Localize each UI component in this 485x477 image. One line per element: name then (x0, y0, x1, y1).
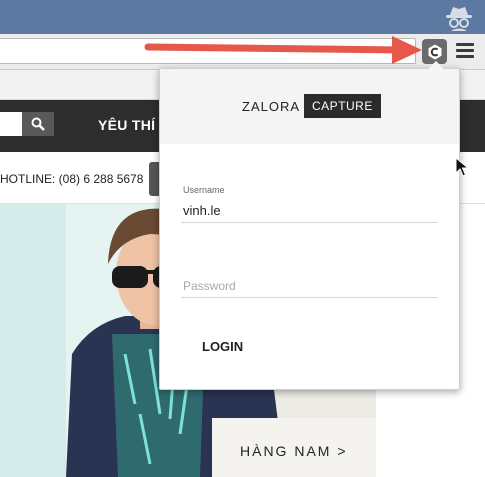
login-button[interactable]: LOGIN (186, 331, 256, 361)
username-label: Username (183, 185, 225, 195)
browser-menu-icon[interactable] (456, 43, 474, 59)
hero-cta-button[interactable]: HÀNG NAM > (212, 418, 376, 477)
search-icon (31, 117, 45, 131)
username-field[interactable] (181, 199, 438, 223)
annotation-arrow (144, 36, 422, 64)
brand-name: ZALORA (242, 98, 301, 114)
site-search-button[interactable] (22, 112, 54, 136)
capture-login-popup: ZALORA CAPTURE Username LOGIN (159, 61, 460, 390)
hero-cta-label: HÀNG NAM > (240, 443, 348, 459)
hotline-text: HOTLINE: (08) 6 288 5678 (0, 172, 144, 186)
mouse-cursor-icon (455, 157, 469, 177)
incognito-icon (446, 7, 472, 31)
brand-logo: ZALORA CAPTURE (242, 94, 381, 118)
browser-titlebar (0, 0, 485, 34)
popup-caret (428, 61, 444, 69)
popup-header: ZALORA CAPTURE (160, 69, 459, 144)
capture-extension-icon (428, 44, 441, 59)
brand-badge: CAPTURE (304, 94, 381, 118)
password-field[interactable] (181, 274, 438, 298)
nav-item[interactable]: YÊU THÍ (98, 117, 155, 133)
site-search-input[interactable] (0, 112, 22, 136)
